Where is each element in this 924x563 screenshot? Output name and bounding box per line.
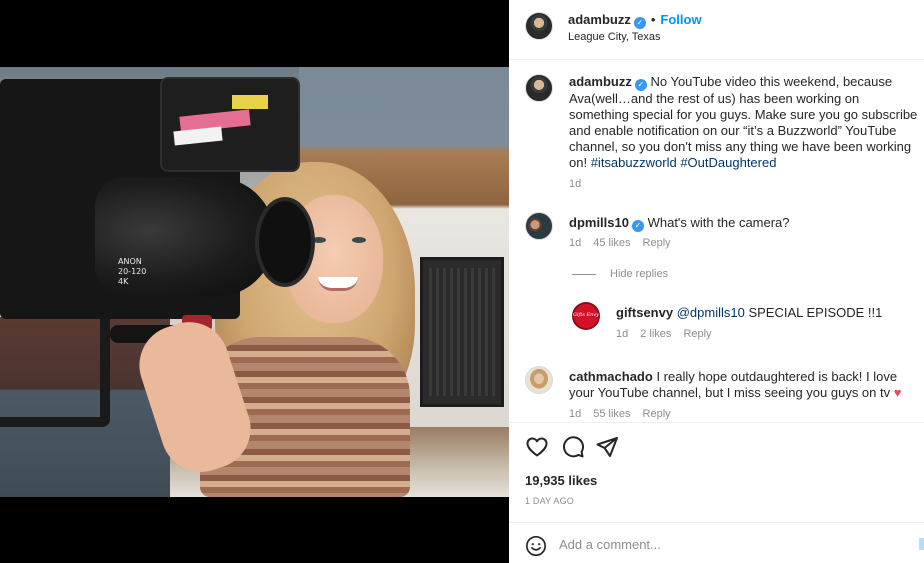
- reply-text: giftsenvy @dpmills10 SPECIAL EPISODE !!1: [616, 305, 916, 321]
- post-actions: 19,935 likes 1 DAY AGO: [509, 422, 924, 522]
- comment-likes[interactable]: 55 likes: [593, 408, 630, 420]
- hide-replies-button[interactable]: Hide replies: [572, 268, 668, 280]
- comment-time[interactable]: 1d: [569, 237, 581, 249]
- author-avatar[interactable]: [525, 12, 553, 40]
- verified-badge-icon: ✓: [633, 17, 646, 29]
- post-location[interactable]: League City, Texas: [568, 31, 661, 43]
- reply-meta: 1d 2 likes Reply: [616, 328, 724, 340]
- comment-meta: 1d 55 likes Reply: [569, 408, 683, 420]
- post-media[interactable]: ANON 20-120 4K: [0, 0, 509, 563]
- red-heart-emoji-icon: ♥: [893, 385, 902, 400]
- author-line: adambuzz ✓ • Follow: [568, 12, 702, 29]
- comment-author[interactable]: dpmills10: [569, 215, 629, 230]
- photo-fireplace-screen: [420, 257, 504, 407]
- add-comment-bar: [509, 522, 924, 563]
- caption-text: adambuzz ✓ No YouTube video this weekend,…: [569, 74, 919, 171]
- reply-time[interactable]: 1d: [616, 328, 628, 340]
- replier-avatar-text: Gifts Envy: [572, 312, 600, 318]
- post-timestamp[interactable]: 1 DAY AGO: [525, 496, 574, 506]
- comment-input[interactable]: [559, 533, 899, 555]
- reply-button[interactable]: Reply: [643, 237, 671, 249]
- hashtag-outdaughtered[interactable]: #OutDaughtered: [680, 155, 776, 170]
- reply-mention[interactable]: @dpmills10: [677, 305, 745, 320]
- likes-count[interactable]: 19,935 likes: [525, 473, 597, 488]
- share-icon[interactable]: [595, 435, 619, 459]
- reply-likes[interactable]: 2 likes: [640, 328, 671, 340]
- post-photo[interactable]: ANON 20-120 4K: [0, 67, 509, 497]
- caption-time[interactable]: 1d: [569, 178, 581, 190]
- hashtag-itsabuzzworld[interactable]: #itsabuzzworld: [591, 155, 677, 170]
- comment-author[interactable]: cathmachado: [569, 369, 653, 384]
- comment-body: What's with the camera?: [647, 215, 790, 230]
- reply-author[interactable]: giftsenvy: [616, 305, 673, 320]
- caption-author-avatar[interactable]: [525, 74, 553, 102]
- post-header: adambuzz ✓ • Follow League City, Texas: [509, 0, 924, 60]
- follow-button[interactable]: Follow: [660, 12, 701, 27]
- comment-time[interactable]: 1d: [569, 408, 581, 420]
- photo-lens-text: ANON 20-120 4K: [118, 257, 147, 286]
- comment-likes[interactable]: 45 likes: [593, 237, 630, 249]
- photo-camera-top: [160, 77, 300, 172]
- reply-body: SPECIAL EPISODE !!1: [748, 305, 883, 320]
- verified-badge-icon: ✓: [634, 79, 647, 91]
- reply-button[interactable]: Reply: [683, 328, 711, 340]
- comment-meta: 1d 45 likes Reply: [569, 237, 683, 249]
- author-username[interactable]: adambuzz: [568, 12, 631, 27]
- comments-section[interactable]: adambuzz ✓ No YouTube video this weekend,…: [509, 61, 924, 421]
- photo-lens-ring: [255, 197, 315, 287]
- camera-yellow-tape: [232, 95, 268, 109]
- caption-meta: 1d: [569, 178, 593, 190]
- replier-avatar[interactable]: Gifts Envy: [572, 302, 600, 330]
- photo-eye-right: [352, 237, 366, 243]
- comment-text: cathmachado I really hope outdaughtered …: [569, 369, 919, 401]
- heart-icon[interactable]: [525, 435, 549, 459]
- caption-author[interactable]: adambuzz: [569, 74, 632, 89]
- comment-text: dpmills10 ✓ What's with the camera?: [569, 215, 919, 232]
- commenter-avatar[interactable]: [525, 366, 553, 394]
- verified-badge-icon: ✓: [631, 220, 644, 232]
- separator-dot: •: [650, 12, 656, 27]
- commenter-avatar[interactable]: [525, 212, 553, 240]
- post-details-panel: adambuzz ✓ • Follow League City, Texas adam…: [509, 0, 924, 563]
- post-comment-button[interactable]: [919, 538, 924, 550]
- comment-icon[interactable]: [561, 435, 585, 459]
- smiley-icon[interactable]: [525, 535, 547, 557]
- reply-button[interactable]: Reply: [643, 408, 671, 420]
